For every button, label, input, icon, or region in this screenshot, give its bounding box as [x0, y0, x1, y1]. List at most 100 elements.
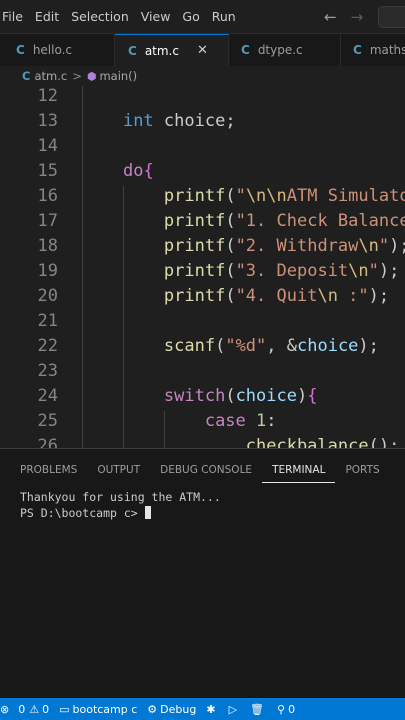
c-file-icon: C	[16, 43, 25, 57]
tab-mathss[interactable]: C mathss	[341, 34, 405, 66]
code-line[interactable]: 17 printf("1. Check Balance	[0, 209, 405, 234]
code-token: (	[225, 236, 236, 256]
code-line[interactable]: 19 printf("3. Deposit\n");	[0, 259, 405, 284]
menu-edit[interactable]: Edit	[29, 9, 65, 24]
command-center[interactable]	[378, 6, 405, 28]
panel-tab-debug-console[interactable]: DEBUG CONSOLE	[150, 459, 262, 483]
delete-button[interactable]: 🗑	[250, 703, 267, 716]
antenna-icon: ⚲	[277, 702, 286, 716]
folder-indicator[interactable]: ▭ bootcamp c	[59, 703, 137, 716]
arrow-left-icon[interactable]: ←	[324, 8, 337, 26]
code-line[interactable]: 14	[0, 134, 405, 159]
code-token: {	[307, 386, 318, 406]
code-token: (	[225, 261, 236, 281]
code-token: \n	[348, 261, 369, 281]
code-token: choice;	[153, 111, 236, 131]
navigation-arrows: ← →	[324, 0, 363, 34]
code-token: "%d"	[225, 336, 267, 356]
menu-go[interactable]: Go	[176, 9, 205, 24]
code-line[interactable]: 25 case 1:	[0, 409, 405, 434]
breadcrumb-file[interactable]: atm.c	[34, 69, 67, 83]
code-text: do{	[82, 159, 154, 184]
code-line[interactable]: 21	[0, 309, 405, 334]
code-text: printf("\n\nATM Simulator	[82, 184, 405, 209]
terminal-prompt: PS D:\bootcamp c>	[20, 506, 145, 520]
problems-indicator[interactable]: 0 ⚠ 0	[18, 703, 49, 716]
code-line[interactable]: 23	[0, 359, 405, 384]
code-text: printf("4. Quit\n :");	[82, 284, 389, 309]
code-token: :"	[337, 286, 369, 306]
tab-label: dtype.c	[257, 43, 303, 57]
code-line[interactable]: 18 printf("2. Withdraw\n");	[0, 234, 405, 259]
close-icon[interactable]: ✕	[197, 43, 208, 58]
code-token: (	[225, 286, 236, 306]
line-number: 12	[37, 86, 58, 106]
debug-label: Debug	[160, 702, 197, 716]
line-number: 22	[37, 336, 58, 356]
menu-view[interactable]: View	[135, 9, 177, 24]
code-token: "	[378, 236, 390, 256]
arrow-right-icon[interactable]: →	[351, 8, 364, 26]
line-number: 16	[37, 186, 58, 206]
folder-name: bootcamp c	[72, 702, 138, 716]
code-token: choice	[297, 336, 359, 356]
code-token: printf	[163, 236, 226, 256]
tab-dtype-c[interactable]: C dtype.c	[229, 34, 341, 66]
terminal[interactable]: Thankyou for using the ATM... PS D:\boot…	[20, 489, 221, 521]
code-text: printf("2. Withdraw\n");	[82, 234, 405, 259]
build-button[interactable]: ✱	[206, 703, 218, 716]
ports-indicator[interactable]: ⚲ 0	[277, 703, 295, 716]
panel-tab-terminal[interactable]: TERMINAL	[262, 459, 336, 483]
code-line[interactable]: 13 int choice;	[0, 109, 405, 134]
code-line[interactable]: 26 checkbalance();	[0, 434, 405, 448]
line-number: 21	[37, 311, 58, 331]
tab-label: hello.c	[32, 43, 73, 57]
code-token: case	[204, 411, 246, 431]
panel-tab-ports[interactable]: PORTS	[335, 459, 389, 483]
status-bar: ⊗ 0 ⚠ 0 ▭ bootcamp c ⚙ Debug ✱ ▷ 🗑 ⚲ 0	[0, 698, 405, 720]
code-token: printf	[163, 186, 226, 206]
code-token: choice	[235, 386, 297, 406]
code-line[interactable]: 20 printf("4. Quit\n :");	[0, 284, 405, 309]
run-button[interactable]: ▷	[229, 703, 240, 716]
editor-tabs: C hello.c C atm.c ✕ C dtype.c C mathss	[0, 34, 405, 66]
code-text: int choice;	[82, 109, 236, 134]
code-token: "1. Check Balance	[235, 211, 405, 231]
panel-tab-output[interactable]: OUTPUT	[87, 459, 150, 483]
code-line[interactable]: 15 do{	[0, 159, 405, 184]
menu-run[interactable]: Run	[206, 9, 242, 24]
code-token: "2. Withdraw	[235, 236, 359, 256]
code-editor[interactable]: 12 13 int choice; 14 15 do{16 printf("\n\nA…	[0, 86, 405, 448]
code-token: scanf	[163, 336, 216, 356]
remote-indicator[interactable]: ⊗	[0, 703, 12, 716]
line-number: 17	[37, 211, 58, 231]
warning-icon: ⚠	[29, 702, 40, 716]
code-token: ();	[368, 436, 400, 448]
breadcrumb-symbol[interactable]: main()	[99, 69, 137, 83]
terminal-output-line: Thankyou for using the ATM...	[20, 490, 221, 504]
tab-hello-c[interactable]: C hello.c	[0, 34, 115, 66]
folder-icon: ▭	[59, 702, 70, 716]
panel-tabs: PROBLEMS OUTPUT DEBUG CONSOLE TERMINAL P…	[0, 459, 390, 483]
bug-icon: ✱	[206, 702, 216, 716]
code-line[interactable]: 16 printf("\n\nATM Simulator	[0, 184, 405, 209]
code-token: 1	[256, 411, 267, 431]
panel-tab-problems[interactable]: PROBLEMS	[0, 459, 87, 483]
code-line[interactable]: 22 scanf("%d", &choice);	[0, 334, 405, 359]
menu-file[interactable]: File	[0, 9, 29, 24]
tab-atm-c[interactable]: C atm.c ✕	[115, 34, 229, 66]
code-line[interactable]: 24 switch(choice){	[0, 384, 405, 409]
debug-indicator[interactable]: ⚙ Debug	[147, 703, 196, 716]
c-file-icon: C	[22, 69, 31, 83]
menu-bar: File Edit Selection View Go Run ← →	[0, 0, 405, 34]
remote-icon: ⊗	[0, 702, 10, 716]
code-text: scanf("%d", &choice);	[82, 334, 379, 359]
code-line[interactable]: 12	[0, 86, 405, 109]
menu-selection[interactable]: Selection	[65, 9, 135, 24]
